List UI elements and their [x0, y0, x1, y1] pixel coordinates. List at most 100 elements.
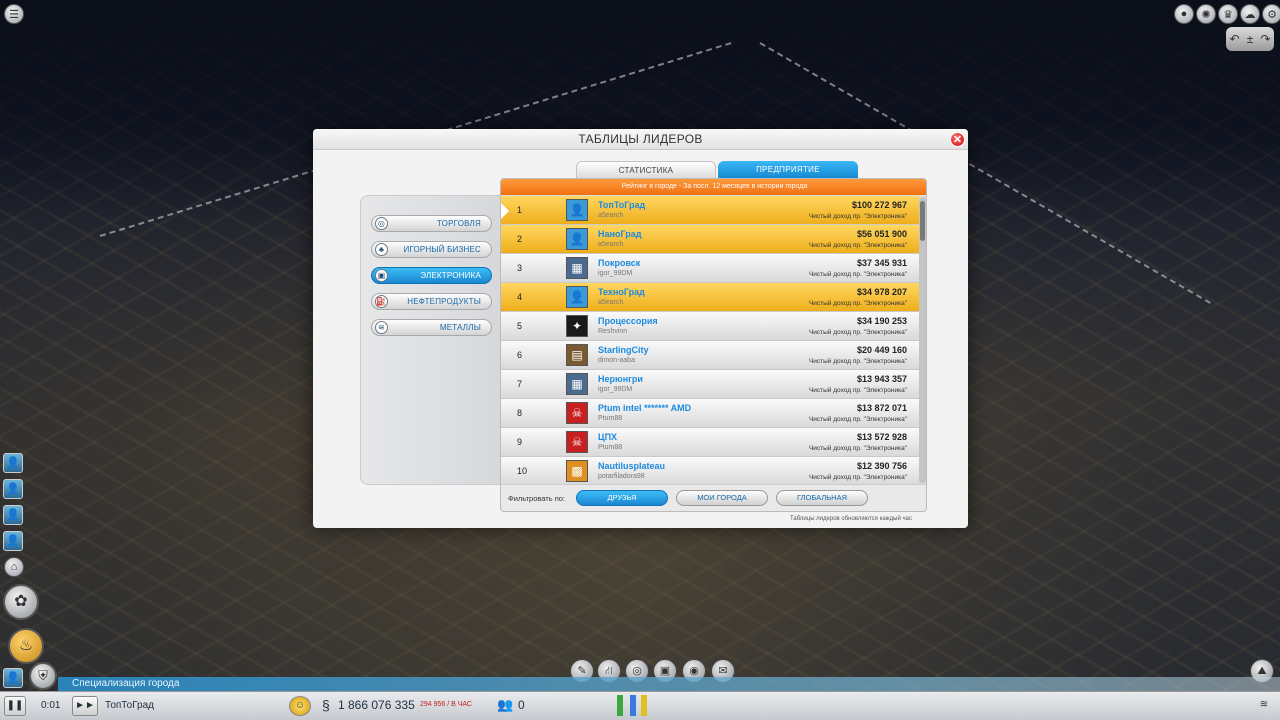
- category-trade[interactable]: ◎ ТОРГОВЛЯ: [371, 215, 492, 232]
- income-amount: $13 943 357: [856, 374, 907, 384]
- city-name[interactable]: ТопТоГрад: [598, 200, 645, 210]
- rci-residential-bar[interactable]: [617, 695, 623, 716]
- avatar-icon: 👤: [569, 290, 585, 304]
- close-button[interactable]: ✕: [950, 132, 965, 147]
- population-icon: 👥: [497, 697, 514, 712]
- advisor-avatar[interactable]: 👤: [3, 505, 23, 525]
- building-button[interactable]: ⌂: [4, 557, 24, 577]
- advisor-avatar[interactable]: 👤: [3, 479, 23, 499]
- building-icon: ▣: [659, 665, 671, 677]
- pause-button[interactable]: ❚❚: [4, 696, 26, 716]
- income-note: Чистый доход пр. "Электроника": [808, 416, 907, 423]
- city-avatar: 👤: [566, 286, 588, 308]
- category-label: ИГОРНЫЙ БИЗНЕС: [403, 245, 481, 254]
- tab-statistics[interactable]: СТАТИСТИКА: [576, 161, 716, 178]
- table-row[interactable]: 1 👤 ТопТоГрад a5earch $100 272 967 Чисты…: [501, 196, 919, 225]
- rci-industrial-bar[interactable]: [641, 695, 647, 716]
- user-name: Ptum88: [598, 415, 623, 422]
- filter-my-cities-button[interactable]: МОИ ГОРОДА: [676, 490, 768, 506]
- scroll-thumb[interactable]: [920, 201, 925, 241]
- specialization-button[interactable]: ♨: [8, 628, 44, 664]
- layers-button[interactable]: ≋: [1253, 696, 1275, 716]
- city-name[interactable]: ЦПХ: [598, 432, 617, 442]
- category-gambling[interactable]: ♣ ИГОРНЫЙ БИЗНЕС: [371, 241, 492, 258]
- zoom-icon[interactable]: ±: [1247, 32, 1254, 46]
- avatar-icon: ▦: [571, 377, 583, 391]
- avatar-icon: ✦: [571, 319, 583, 333]
- table-row[interactable]: 7 ▦ Нерюнгри igor_99DM $13 943 357 Чисты…: [501, 370, 919, 399]
- table-row[interactable]: 10 ▩ Nautilusplateau potarfiladora98 $12…: [501, 457, 919, 484]
- category-electronics[interactable]: ▣ ЭЛЕКТРОНИКА: [371, 267, 492, 284]
- income-amount: $37 345 931: [856, 258, 907, 268]
- menu-icon: ☰: [9, 8, 19, 21]
- trophy-button[interactable]: ♛: [1218, 4, 1238, 24]
- scrollbar[interactable]: [919, 197, 926, 483]
- income-amount: $20 449 160: [856, 345, 907, 355]
- table-row[interactable]: 9 ☠ ЦПХ Ptum88 $13 572 928 Чистый доход …: [501, 428, 919, 457]
- petroleum-icon: ⛽: [375, 295, 388, 308]
- table-row[interactable]: 2 👤 НаноГрад a5earch $56 051 900 Чистый …: [501, 225, 919, 254]
- rotate-left-icon[interactable]: ↶: [1230, 32, 1240, 46]
- mayor-avatar[interactable]: 👤: [3, 668, 23, 688]
- rotate-right-icon[interactable]: ↷: [1260, 32, 1270, 46]
- city-name[interactable]: Процессория: [598, 316, 658, 326]
- advisor-avatar[interactable]: 👤: [3, 453, 23, 473]
- rank: 6: [517, 350, 523, 360]
- current-city-marker: [501, 201, 509, 221]
- tab-enterprise[interactable]: ПРЕДПРИЯТИЕ: [718, 161, 858, 178]
- city-avatar: ▤: [566, 344, 588, 366]
- menu-button[interactable]: ☰: [4, 4, 24, 24]
- avatar-icon: 👤: [569, 232, 585, 246]
- leaderboard-panel: Рейтинг в городе - За посл. 12 месяцев в…: [500, 178, 927, 512]
- mascot-icon: ✿: [14, 593, 28, 610]
- table-row[interactable]: 8 ☠ Ptum intel ******* AMD Ptum88 $13 87…: [501, 399, 919, 428]
- camera-control[interactable]: ↶ ± ↷: [1226, 27, 1274, 51]
- person-icon: 👤: [6, 535, 20, 547]
- metals-icon: ≋: [375, 321, 388, 334]
- advisor-icon: ●: [1180, 8, 1188, 20]
- person-icon: 👤: [6, 672, 20, 684]
- table-row[interactable]: 6 ▤ StarlingCity dimon-aaba $20 449 160 …: [501, 341, 919, 370]
- shield-button[interactable]: ⛨: [29, 662, 57, 690]
- city-avatar: ▦: [566, 257, 588, 279]
- speed-button[interactable]: ►►: [72, 696, 98, 716]
- factory-icon: ♨: [18, 637, 34, 654]
- filter-global-button[interactable]: ГЛОБАЛЬНАЯ: [776, 490, 868, 506]
- filter-friends-button[interactable]: ДРУЗЬЯ: [576, 490, 668, 506]
- city-name[interactable]: Нерюнгри: [598, 374, 643, 384]
- rank: 5: [517, 321, 523, 331]
- city-name[interactable]: Ptum intel ******* AMD: [598, 403, 691, 413]
- avatar-icon: ▩: [571, 464, 583, 478]
- gambling-icon: ♣: [375, 243, 388, 256]
- social-button[interactable]: ☁: [1240, 4, 1260, 24]
- city-name[interactable]: ТехноГрад: [598, 287, 645, 297]
- city-name[interactable]: StarlingCity: [598, 345, 649, 355]
- table-row[interactable]: 5 ✦ Процессория Reshvinn $34 190 253 Чис…: [501, 312, 919, 341]
- game-time: 0:01: [41, 700, 61, 711]
- income-note: Чистый доход пр. "Электроника": [808, 213, 907, 220]
- settings-button[interactable]: ⚙: [1262, 4, 1280, 24]
- person-icon: 👤: [6, 483, 20, 495]
- category-petroleum[interactable]: ⛽ НЕФТЕПРОДУКТЫ: [371, 293, 492, 310]
- disaster-button[interactable]: ✿: [3, 584, 39, 620]
- rci-commercial-bar[interactable]: [630, 695, 636, 716]
- income-note: Чистый доход пр. "Электроника": [808, 474, 907, 481]
- city-name[interactable]: Nautilusplateau: [598, 461, 665, 471]
- close-icon: ✕: [952, 134, 963, 146]
- income-amount: $12 390 756: [856, 461, 907, 471]
- city-name[interactable]: НаноГрад: [598, 229, 641, 239]
- city-avatar: ▦: [566, 373, 588, 395]
- table-row[interactable]: 4 👤 ТехноГрад a5earch $34 978 207 Чистый…: [501, 283, 919, 312]
- category-metals[interactable]: ≋ МЕТАЛЛЫ: [371, 319, 492, 336]
- money-value: 1 866 076 335: [338, 698, 415, 712]
- city-name[interactable]: Покровск: [598, 258, 640, 268]
- happiness-button[interactable]: ☺: [289, 696, 311, 716]
- region-button[interactable]: ✺: [1196, 4, 1216, 24]
- electronics-icon: ▣: [375, 269, 388, 282]
- city-avatar: ☠: [566, 431, 588, 453]
- table-row[interactable]: 3 ▦ Покровск igor_99DM $37 345 931 Чисты…: [501, 254, 919, 283]
- advisor-button[interactable]: ●: [1174, 4, 1194, 24]
- advisor-avatar[interactable]: 👤: [3, 531, 23, 551]
- city-avatar: ☠: [566, 402, 588, 424]
- zone-icon: ◎: [632, 665, 642, 677]
